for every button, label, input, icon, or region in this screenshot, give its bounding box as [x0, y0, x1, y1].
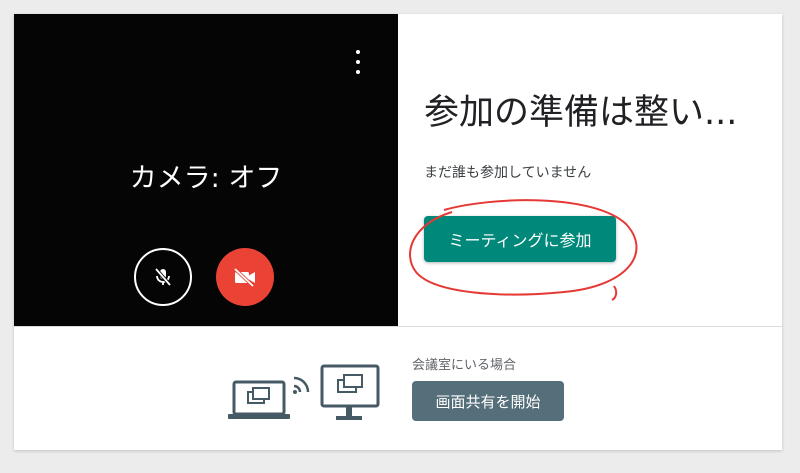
meeting-join-card: カメラ: オフ 参加の準備は整い... まだ誰も参加していません ミーティングに… [14, 14, 782, 450]
camera-status-text: カメラ: オフ [129, 163, 283, 194]
section-divider [14, 326, 782, 327]
microphone-toggle-button[interactable] [134, 248, 192, 306]
mic-off-icon [154, 267, 172, 287]
laptop-to-display-icon [228, 364, 380, 420]
participants-status: まだ誰も参加していません [424, 165, 592, 181]
start-screen-share-button[interactable]: 画面共有を開始 [412, 381, 564, 421]
video-preview: カメラ: オフ [14, 14, 398, 326]
join-meeting-button[interactable]: ミーティングに参加 [424, 216, 616, 262]
videocam-off-icon [233, 267, 255, 288]
camera-toggle-button[interactable] [216, 248, 274, 306]
ready-title: 参加の準備は整い... [424, 93, 738, 133]
in-room-label: 会議室にいる場合 [412, 358, 517, 373]
more-vert-icon [356, 50, 360, 54]
more-options-button[interactable] [350, 50, 366, 74]
